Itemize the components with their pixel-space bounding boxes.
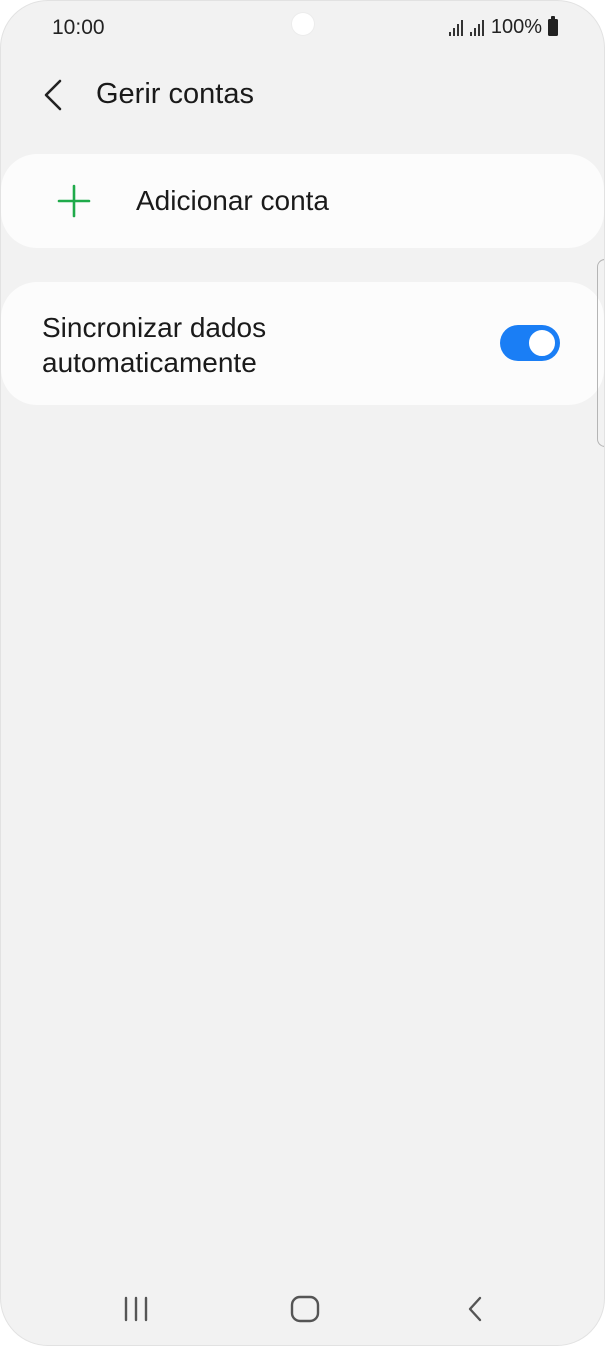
auto-sync-row[interactable]: Sincronizar dados automaticamente — [1, 282, 604, 405]
scroll-indicator[interactable] — [597, 259, 604, 447]
nav-back-button[interactable] — [445, 1285, 505, 1333]
chevron-left-icon — [44, 79, 62, 111]
status-time: 10:00 — [52, 16, 105, 39]
status-bar: 10:00 100% — [1, 1, 604, 57]
recents-icon — [124, 1296, 148, 1322]
app-header: Gerir contas — [1, 61, 604, 129]
home-button[interactable] — [275, 1285, 335, 1333]
home-icon — [290, 1295, 320, 1323]
auto-sync-label: Sincronizar dados automaticamente — [42, 312, 267, 378]
front-camera — [292, 13, 314, 35]
signal-icon — [448, 19, 463, 36]
screen: 10:00 100% Gerir contas Adicionar conta — [0, 0, 605, 1346]
auto-sync-toggle[interactable] — [500, 325, 560, 361]
page-title: Gerir contas — [96, 78, 254, 110]
status-icons: 100% — [448, 16, 558, 39]
recents-button[interactable] — [106, 1285, 166, 1333]
back-icon — [468, 1296, 482, 1322]
navigation-bar — [1, 1271, 604, 1345]
add-account-label: Adicionar conta — [136, 185, 330, 216]
toggle-knob — [527, 328, 557, 358]
battery-icon — [548, 16, 558, 36]
back-button[interactable] — [31, 73, 75, 117]
battery-percent: 100% — [490, 16, 542, 38]
add-account-button[interactable]: Adicionar conta — [1, 154, 604, 248]
signal-icon-sim2 — [469, 19, 484, 36]
plus-icon — [57, 184, 91, 218]
